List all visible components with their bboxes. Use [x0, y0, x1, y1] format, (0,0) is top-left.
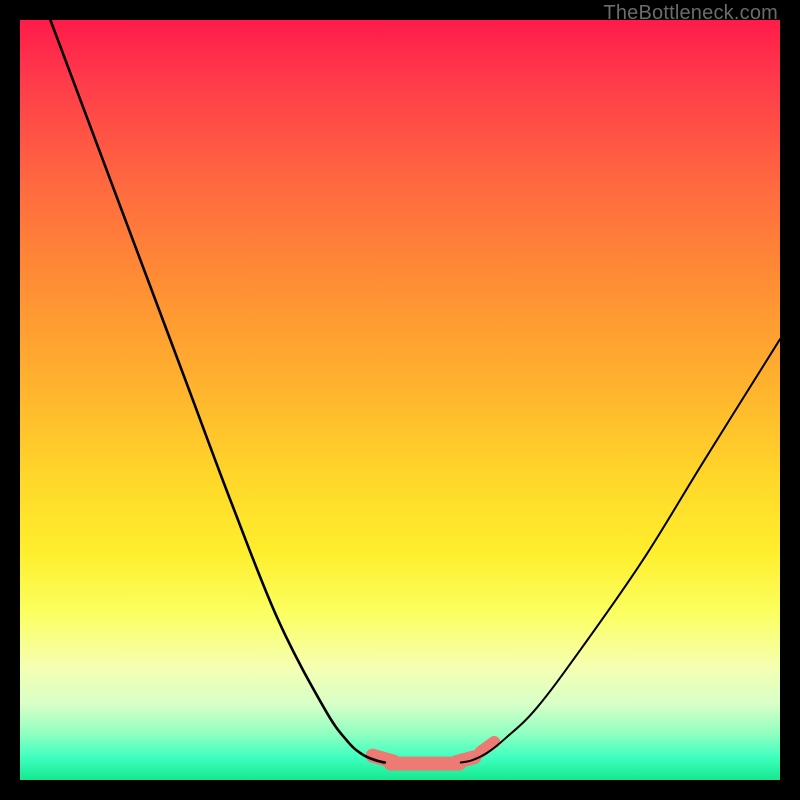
series-right-branch: [461, 339, 780, 762]
watermark-text: TheBottleneck.com: [603, 2, 778, 25]
plot-area: [20, 20, 780, 780]
series-left-branch: [50, 20, 384, 763]
curve-layer: [50, 20, 780, 763]
chart-svg: [20, 20, 780, 780]
chart-frame: TheBottleneck.com: [0, 0, 800, 800]
highlight-layer: [373, 742, 495, 764]
